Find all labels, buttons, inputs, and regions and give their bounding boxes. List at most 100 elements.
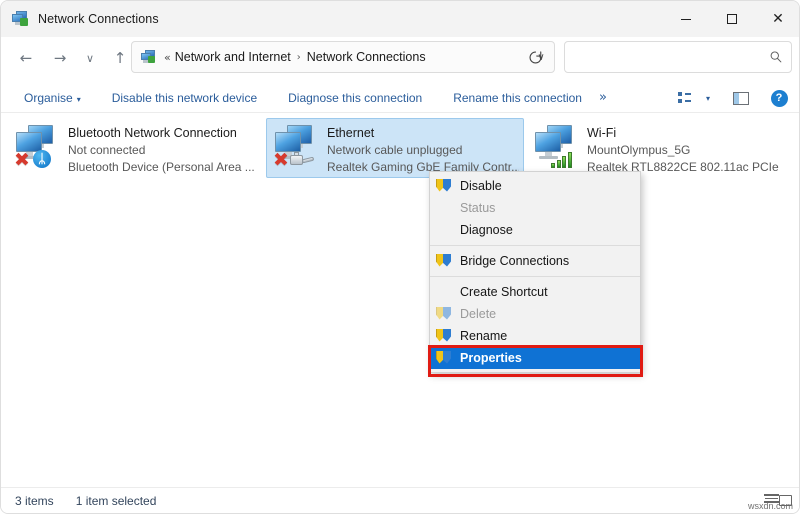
blank-icon: [436, 223, 452, 238]
arrow-right-icon: →: [54, 49, 67, 67]
signal-bars-icon: [551, 151, 573, 168]
connection-name: Ethernet: [327, 125, 519, 142]
menu-separator: [430, 276, 640, 277]
diagnose-connection-button[interactable]: Diagnose this connection: [279, 87, 431, 109]
breadcrumb-overflow-icon[interactable]: «: [164, 51, 171, 64]
chevron-down-icon: ▾: [77, 95, 81, 104]
shield-icon: [436, 254, 452, 269]
chevron-down-icon: ▾: [706, 94, 710, 103]
network-adapter-icon: ✖ ᛦ: [12, 123, 62, 171]
shield-icon: [436, 329, 452, 344]
organise-label: Organise: [24, 91, 73, 105]
menu-item-delete: Delete: [430, 303, 640, 325]
command-bar-right-group: ▾ ?: [671, 83, 793, 113]
arrow-left-icon: ←: [20, 49, 33, 67]
connection-status: Network cable unplugged: [327, 142, 519, 159]
status-item-count: 3 items: [15, 494, 54, 508]
network-adapter-icon: ✖: [271, 123, 321, 171]
context-menu: Disable Status Diagnose Bridge Connectio…: [429, 171, 641, 373]
menu-item-diagnose[interactable]: Diagnose: [430, 219, 640, 241]
connection-status: MountOlympus_5G: [587, 142, 779, 159]
rename-connection-button[interactable]: Rename this connection: [444, 87, 591, 109]
chevron-down-icon: ∨: [86, 52, 94, 65]
menu-separator: [430, 245, 640, 246]
red-x-icon: ✖: [13, 151, 31, 169]
connection-text-ethernet: Ethernet Network cable unplugged Realtek…: [327, 122, 519, 176]
window-controls: ✕: [663, 1, 800, 37]
menu-item-create-shortcut[interactable]: Create Shortcut: [430, 281, 640, 303]
menu-item-status: Status: [430, 197, 640, 219]
disable-network-device-button[interactable]: Disable this network device: [103, 87, 266, 109]
status-selection: 1 item selected: [76, 494, 157, 508]
connection-item-bluetooth[interactable]: ✖ ᛦ Bluetooth Network Connection Not con…: [7, 118, 265, 178]
red-x-icon: ✖: [272, 151, 290, 169]
recent-locations-button[interactable]: ∨: [79, 43, 101, 73]
watermark: wsxdn.com: [748, 501, 793, 511]
address-bar[interactable]: « Network and Internet › Network Connect…: [131, 41, 555, 73]
view-layout-button[interactable]: [671, 86, 699, 110]
command-bar: Organise ▾ Disable this network device Di…: [1, 83, 800, 113]
menu-item-label: Create Shortcut: [460, 285, 548, 299]
title-bar: Network Connections ✕: [1, 1, 800, 37]
refresh-button[interactable]: [521, 43, 549, 71]
connection-name: Bluetooth Network Connection: [68, 125, 255, 142]
connection-device: Bluetooth Device (Personal Area ...: [68, 159, 255, 176]
close-icon: ✕: [772, 12, 784, 26]
network-connections-icon: [11, 10, 29, 28]
menu-item-label: Disable: [460, 179, 502, 193]
window-title: Network Connections: [38, 12, 159, 26]
help-button[interactable]: ?: [765, 86, 793, 110]
forward-button[interactable]: →: [45, 43, 75, 73]
menu-item-rename[interactable]: Rename: [430, 325, 640, 347]
network-adapter-icon: [531, 123, 581, 171]
help-icon: ?: [771, 90, 788, 107]
menu-item-properties[interactable]: Properties: [430, 347, 640, 369]
watermark-lines-icon: [764, 494, 779, 503]
refresh-icon: [528, 50, 543, 65]
bluetooth-badge-icon: ᛦ: [33, 150, 51, 168]
search-box[interactable]: [564, 41, 792, 73]
breadcrumb-network-and-internet[interactable]: Network and Internet: [171, 47, 295, 67]
magnifier-icon: [769, 50, 783, 64]
menu-item-label: Delete: [460, 307, 496, 321]
connection-name: Wi-Fi: [587, 125, 779, 142]
menu-item-disable[interactable]: Disable: [430, 175, 640, 197]
preview-pane-button[interactable]: [727, 86, 755, 110]
menu-item-bridge-connections[interactable]: Bridge Connections: [430, 250, 640, 272]
network-connections-window: Network Connections ✕ ← → ∨ ↑ « Network …: [0, 0, 800, 514]
menu-item-label: Bridge Connections: [460, 254, 569, 268]
blank-icon: [436, 201, 452, 216]
connection-status: Not connected: [68, 142, 255, 159]
command-overflow-button[interactable]: »: [591, 88, 615, 107]
view-layout-icon: [678, 92, 693, 104]
menu-item-label: Diagnose: [460, 223, 513, 237]
address-network-icon: [140, 49, 157, 65]
connection-text-wifi: Wi-Fi MountOlympus_5G Realtek RTL8822CE …: [587, 122, 779, 176]
breadcrumb-network-connections[interactable]: Network Connections: [303, 47, 430, 67]
blank-icon: [436, 285, 452, 300]
connection-text-bluetooth: Bluetooth Network Connection Not connect…: [68, 122, 255, 176]
shield-icon: [436, 179, 452, 194]
connection-item-wifi[interactable]: Wi-Fi MountOlympus_5G Realtek RTL8822CE …: [526, 118, 784, 178]
search-icon[interactable]: [761, 50, 791, 64]
close-button[interactable]: ✕: [755, 1, 800, 37]
rj45-unplugged-icon: [290, 152, 314, 167]
arrow-up-icon: ↑: [114, 49, 127, 67]
connection-item-ethernet[interactable]: ✖ Ethernet Network cable unplugged Realt…: [266, 118, 524, 178]
organise-button[interactable]: Organise ▾: [15, 87, 90, 109]
watermark-monitor-icon: [779, 495, 792, 506]
menu-item-label: Status: [460, 201, 495, 215]
maximize-button[interactable]: [709, 1, 755, 37]
preview-pane-icon: [733, 92, 749, 105]
shield-icon: [436, 351, 452, 366]
menu-item-label: Properties: [460, 351, 522, 365]
status-bar: 3 items 1 item selected wsxdn.com: [1, 487, 800, 513]
breadcrumb-separator-icon: ›: [297, 52, 301, 63]
connections-list: ✖ ᛦ Bluetooth Network Connection Not con…: [1, 114, 800, 489]
view-options-dropdown[interactable]: ▾: [699, 86, 717, 110]
minimize-button[interactable]: [663, 1, 709, 37]
search-input[interactable]: [574, 49, 761, 65]
shield-icon: [436, 307, 452, 322]
back-button[interactable]: ←: [11, 43, 41, 73]
menu-item-label: Rename: [460, 329, 507, 343]
